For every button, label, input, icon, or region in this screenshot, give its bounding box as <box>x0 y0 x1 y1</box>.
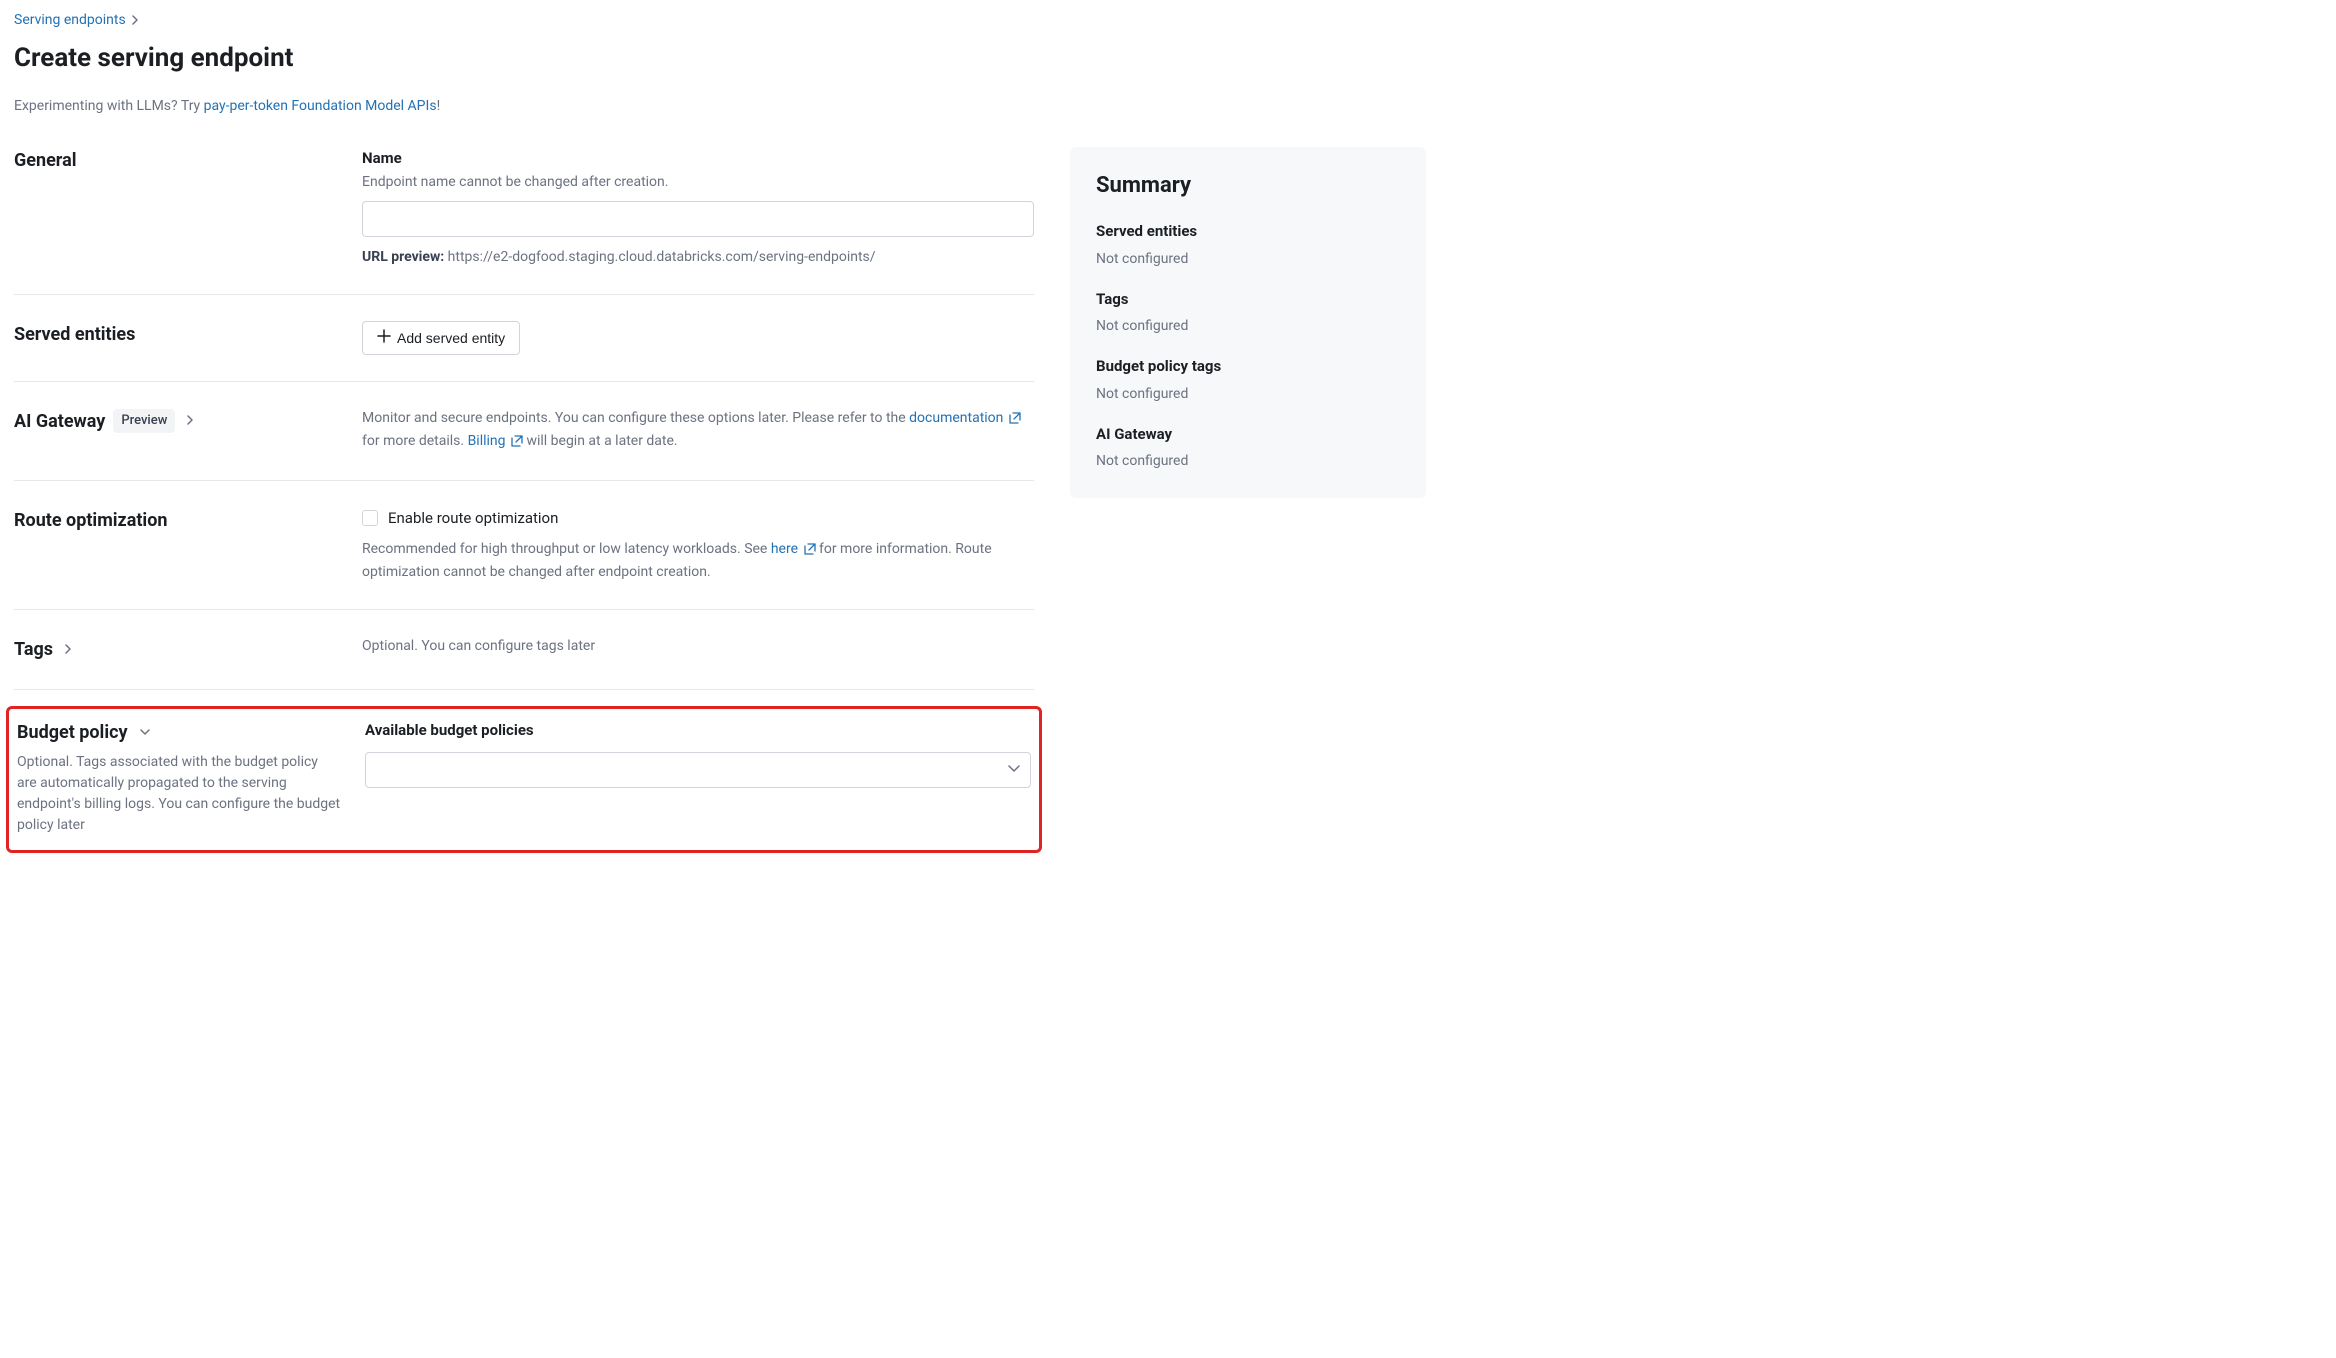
summary-item-tags: Tags Not configured <box>1096 288 1400 338</box>
ai-gateway-title-text: AI Gateway <box>14 408 105 435</box>
summary-panel: Summary Served entities Not configured T… <box>1070 147 1426 498</box>
budget-policy-select[interactable] <box>365 752 1031 788</box>
name-field-label: Name <box>362 147 1034 170</box>
available-budget-policies-label: Available budget policies <box>365 719 1031 742</box>
ai-gateway-description: Monitor and secure endpoints. You can co… <box>362 408 1034 454</box>
section-served-entities: Served entities Add served entity <box>14 321 1034 382</box>
chevron-right-icon <box>132 12 140 30</box>
summary-value: Not configured <box>1096 249 1400 270</box>
summary-value: Not configured <box>1096 316 1400 337</box>
enable-route-optimization-label: Enable route optimization <box>388 507 558 530</box>
section-ai-gateway: AI Gateway Preview Monitor and secure en… <box>14 408 1034 481</box>
summary-value: Not configured <box>1096 451 1400 472</box>
summary-label: Served entities <box>1096 220 1400 243</box>
breadcrumb-link-serving-endpoints[interactable]: Serving endpoints <box>14 10 126 31</box>
tags-description: Optional. You can configure tags later <box>362 636 1034 657</box>
section-title-ai-gateway[interactable]: AI Gateway Preview <box>14 408 338 435</box>
billing-link[interactable]: Billing <box>468 433 523 449</box>
url-preview-label: URL preview: <box>362 249 444 265</box>
summary-value: Not configured <box>1096 384 1400 405</box>
ai-gateway-desc-part1: Monitor and secure endpoints. You can co… <box>362 410 909 426</box>
preview-badge: Preview <box>113 409 175 433</box>
summary-item-budget-policy-tags: Budget policy tags Not configured <box>1096 355 1400 405</box>
section-route-optimization: Route optimization Enable route optimiza… <box>14 507 1034 611</box>
summary-item-ai-gateway: AI Gateway Not configured <box>1096 423 1400 473</box>
summary-label: Budget policy tags <box>1096 355 1400 378</box>
summary-title: Summary <box>1096 169 1400 202</box>
llm-helper-text: Experimenting with LLMs? Try pay-per-tok… <box>14 96 1426 117</box>
summary-label: Tags <box>1096 288 1400 311</box>
pay-per-token-link[interactable]: pay-per-token Foundation Model APIs <box>204 98 437 114</box>
summary-label: AI Gateway <box>1096 423 1400 446</box>
chevron-right-icon <box>187 412 195 430</box>
name-input[interactable] <box>362 201 1034 237</box>
add-served-entity-label: Add served entity <box>397 330 505 346</box>
section-title-general: General <box>14 147 338 174</box>
section-budget-policy: Budget policy Optional. Tags associated … <box>17 719 1031 836</box>
page-title: Create serving endpoint <box>14 39 1426 78</box>
chevron-down-icon <box>1008 759 1020 780</box>
section-general: General Name Endpoint name cannot be cha… <box>14 147 1034 295</box>
url-preview-value: https://e2-dogfood.staging.cloud.databri… <box>448 249 876 265</box>
chevron-down-icon <box>140 724 150 742</box>
documentation-link[interactable]: documentation <box>909 410 1021 426</box>
section-tags: Tags Optional. You can configure tags la… <box>14 636 1034 690</box>
plus-icon <box>377 329 391 347</box>
enable-route-optimization-checkbox[interactable] <box>362 510 378 526</box>
external-link-icon <box>1009 410 1021 431</box>
section-title-tags[interactable]: Tags <box>14 636 338 663</box>
helper-suffix: ! <box>437 98 441 114</box>
budget-policy-left-description: Optional. Tags associated with the budge… <box>17 752 341 836</box>
section-title-budget-policy[interactable]: Budget policy <box>17 719 341 746</box>
external-link-icon <box>804 541 816 562</box>
name-field-hint: Endpoint name cannot be changed after cr… <box>362 172 1034 193</box>
helper-prefix: Experimenting with LLMs? Try <box>14 98 204 114</box>
tags-title-text: Tags <box>14 636 53 663</box>
section-title-served-entities: Served entities <box>14 321 338 348</box>
route-opt-here-link[interactable]: here <box>771 541 816 557</box>
section-title-route-optimization: Route optimization <box>14 507 338 534</box>
route-opt-desc-part1: Recommended for high throughput or low l… <box>362 541 771 557</box>
budget-policy-highlight: Budget policy Optional. Tags associated … <box>6 706 1042 853</box>
chevron-right-icon <box>65 641 73 659</box>
add-served-entity-button[interactable]: Add served entity <box>362 321 520 355</box>
external-link-icon <box>511 433 523 454</box>
ai-gateway-desc-part3: will begin at a later date. <box>523 433 678 449</box>
route-optimization-description: Recommended for high throughput or low l… <box>362 539 1034 583</box>
ai-gateway-desc-part2: for more details. <box>362 433 468 449</box>
breadcrumb: Serving endpoints <box>14 10 1426 31</box>
budget-policy-title-text: Budget policy <box>17 719 128 746</box>
summary-item-served-entities: Served entities Not configured <box>1096 220 1400 270</box>
